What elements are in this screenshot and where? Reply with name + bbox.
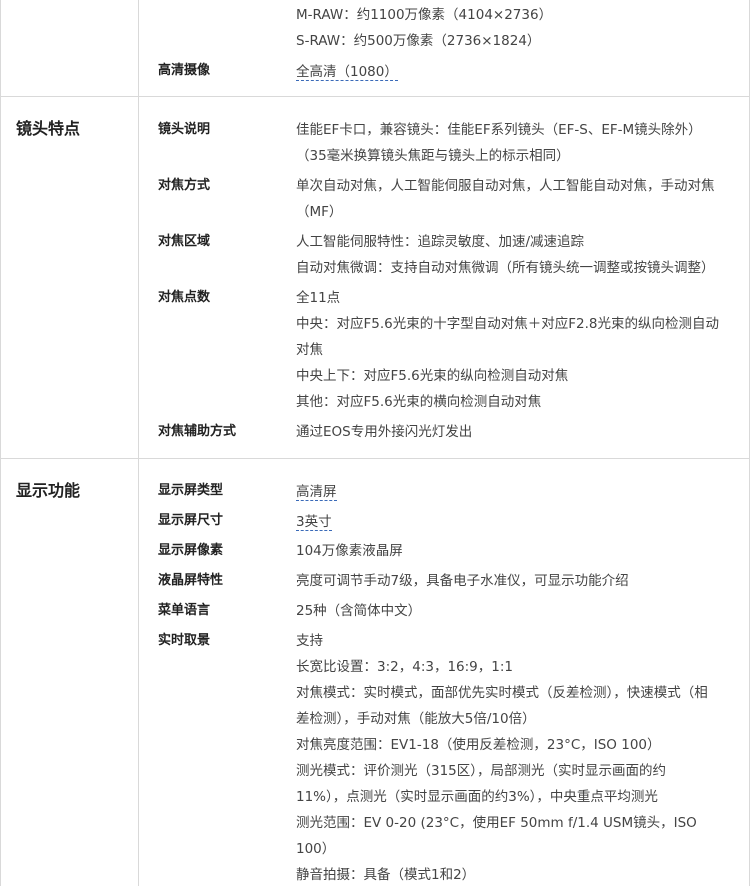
spec-value-screen-size[interactable]: 3英寸 — [296, 510, 332, 531]
tooltip-link[interactable]: 3英寸 — [296, 514, 332, 531]
spec-value-line: 11%），点测光（实时显示画面的约3%），中央重点平均测光 — [296, 789, 658, 805]
spec-value-line: 对焦 — [296, 342, 323, 358]
spec-value-line: M-RAW：约1100万像素（4104×2736） — [296, 7, 553, 23]
spec-value-line: 人工智能伺服特性：追踪灵敏度、加速/减速追踪 — [296, 234, 585, 250]
tooltip-link[interactable]: 高清屏 — [296, 484, 337, 501]
spec-label-live-view: 实时取景 — [158, 633, 211, 648]
spec-value-line: 100） — [296, 841, 336, 857]
spec-label-screen-type: 显示屏类型 — [158, 483, 224, 498]
spec-value-line: 全11点 — [296, 290, 341, 306]
spec-label-af-area: 对焦区域 — [158, 234, 211, 249]
tooltip-link[interactable]: 全高清（1080） — [296, 64, 398, 81]
spec-label-lcd-features: 液晶屏特性 — [158, 573, 224, 588]
section-display-head: 显示功能 — [0, 459, 139, 886]
spec-value-line: 单次自动对焦，人工智能伺服自动对焦，人工智能自动对焦，手动对焦 — [296, 178, 715, 194]
spec-label-menu-language: 菜单语言 — [158, 603, 211, 618]
spec-value-line: 差检测），手动对焦（能放大5倍/10倍） — [296, 711, 536, 727]
spec-value-line: S-RAW：约500万像素（2736×1824） — [296, 33, 541, 49]
spec-value-line: 测光范围：EV 0-20 (23°C，使用EF 50mm f/1.4 USM镜头… — [296, 815, 697, 831]
spec-value-screen-type[interactable]: 高清屏 — [296, 480, 337, 501]
spec-value-line: 对焦亮度范围：EV1-18（使用反差检测，23°C，ISO 100） — [296, 737, 661, 753]
spec-label-screen-pixels: 显示屏像素 — [158, 543, 224, 558]
section-lens: 镜头特点 镜头说明 佳能EF卡口，兼容镜头：佳能EF系列镜头（EF-S、EF-M… — [0, 97, 750, 458]
spec-value-line: 亮度可调节手动7级，具备电子水准仪，可显示功能介绍 — [296, 573, 629, 589]
spec-label-screen-size: 显示屏尺寸 — [158, 513, 224, 528]
section-title: 镜头特点 — [16, 119, 81, 138]
spec-value-line: 其他：对应F5.6光束的横向检测自动对焦 — [296, 394, 542, 410]
spec-value-line: 对焦模式：实时模式，面部优先实时模式（反差检测），快速模式（相 — [296, 685, 708, 701]
spec-label-af-assist: 对焦辅助方式 — [158, 424, 237, 439]
spec-label-hd-video: 高清摄像 — [158, 63, 211, 78]
section-title: 显示功能 — [16, 481, 81, 500]
section-top-head — [0, 0, 139, 96]
spec-value-line: （35毫米换算镜头焦距与镜头上的标示相同） — [296, 148, 570, 164]
spec-label-lens-desc: 镜头说明 — [158, 122, 211, 137]
spec-value-line: 自动对焦微调：支持自动对焦微调（所有镜头统一调整或按镜头调整） — [296, 260, 715, 276]
section-lens-head: 镜头特点 — [0, 97, 139, 458]
spec-value-line: 支持 — [296, 633, 323, 649]
spec-value-line: 25种（含简体中文） — [296, 603, 422, 619]
spec-value-line: 测光模式：评价测光（315区），局部测光（实时显示画面的约 — [296, 763, 667, 779]
spec-value-line: 中央：对应F5.6光束的十字型自动对焦＋对应F2.8光束的纵向检测自动 — [296, 316, 719, 332]
spec-value-line: 通过EOS专用外接闪光灯发出 — [296, 424, 473, 440]
spec-value-line: 中央上下：对应F5.6光束的纵向检测自动对焦 — [296, 368, 569, 384]
spec-value-line: （MF） — [296, 204, 343, 220]
section-top: M-RAW：约1100万像素（4104×2736） S-RAW：约500万像素（… — [0, 0, 750, 96]
spec-label-af-points: 对焦点数 — [158, 290, 211, 305]
section-display: 显示功能 显示屏类型 高清屏 显示屏尺寸 3英寸 显示屏像素 104万像素液晶屏… — [0, 459, 750, 886]
spec-value-line: 104万像素液晶屏 — [296, 543, 403, 559]
spec-value-line: 静音拍摄：具备（模式1和2） — [296, 867, 476, 883]
spec-value-line: 佳能EF卡口，兼容镜头：佳能EF系列镜头（EF-S、EF-M镜头除外） — [296, 122, 702, 138]
spec-value-hd-video[interactable]: 全高清（1080） — [296, 60, 398, 81]
spec-value-line: 长宽比设置：3:2，4:3，16:9，1:1 — [296, 659, 513, 675]
spec-label-af-mode: 对焦方式 — [158, 178, 211, 193]
